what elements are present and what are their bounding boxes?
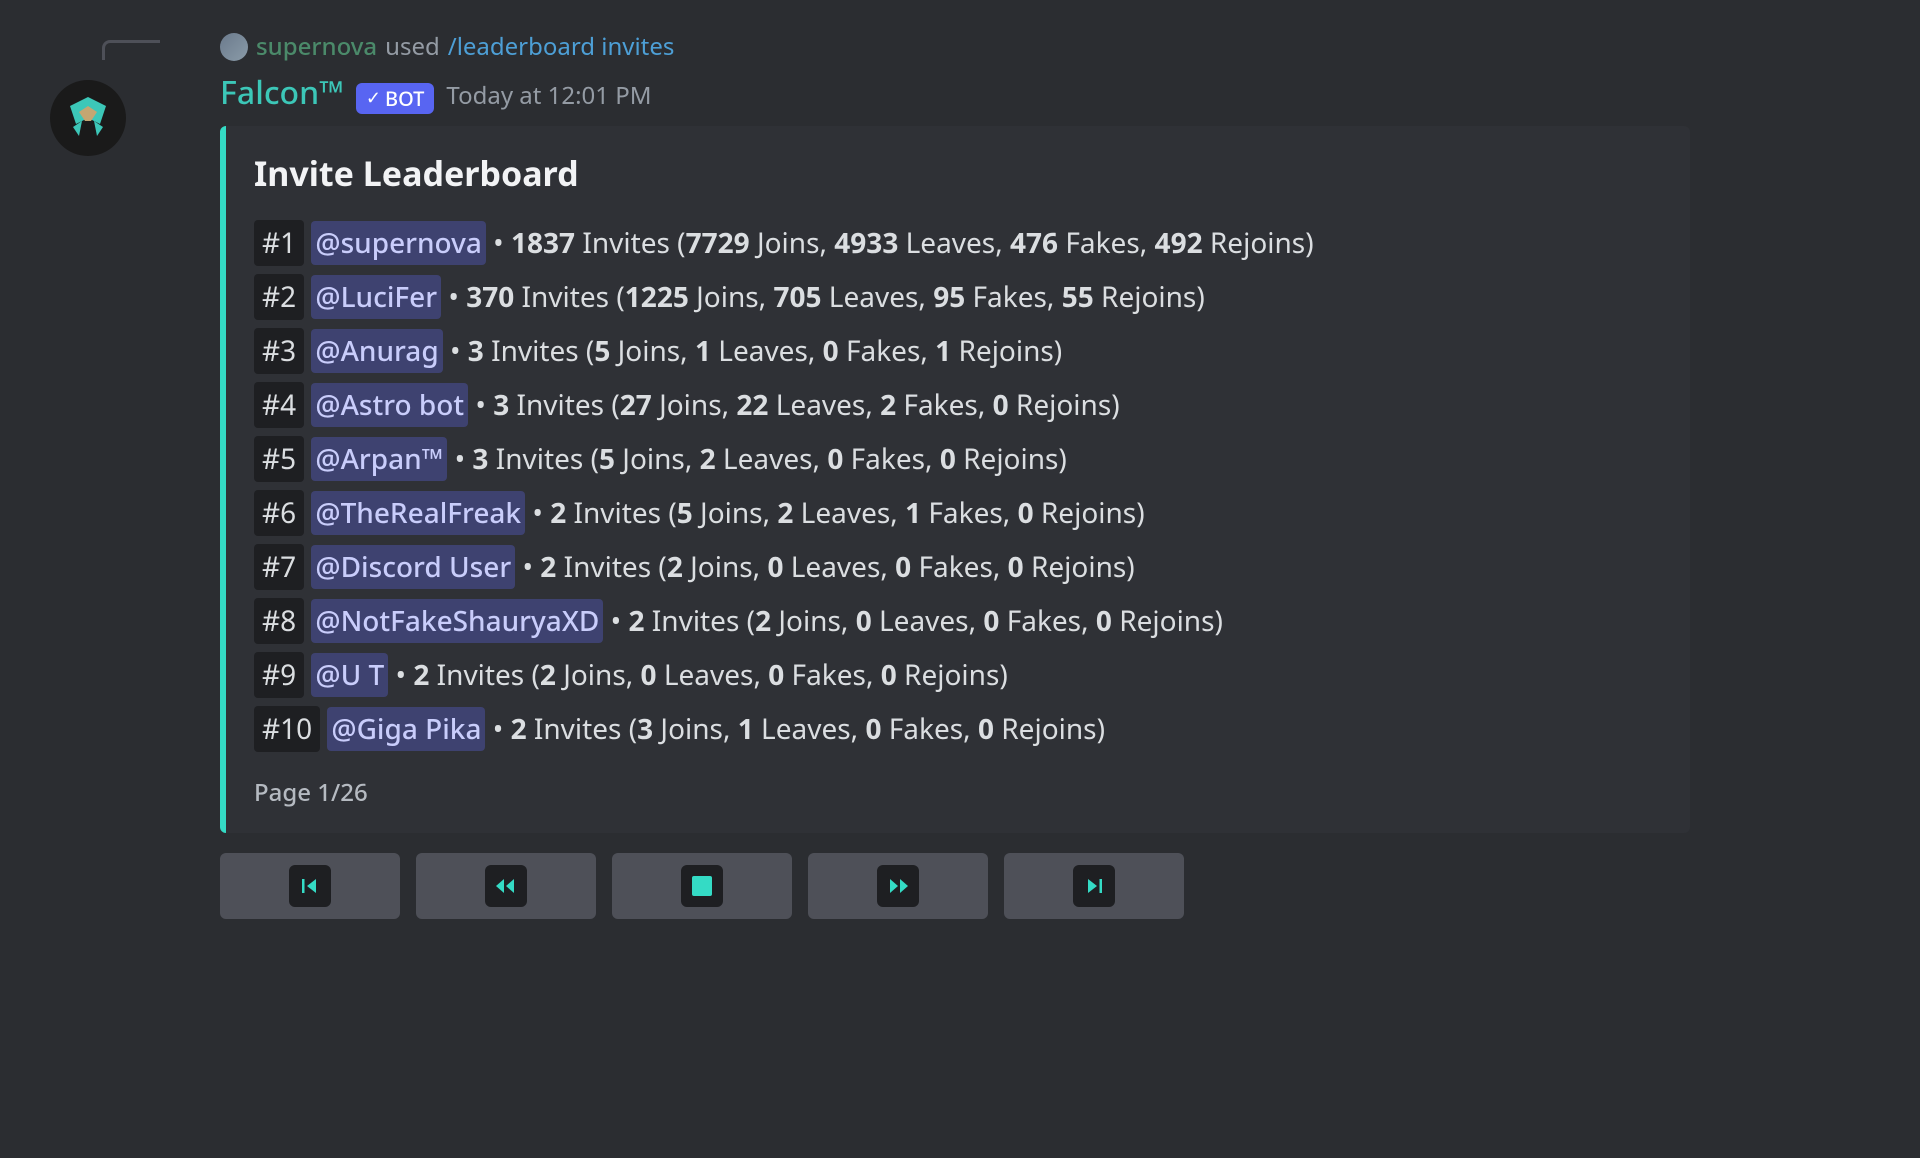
message-timestamp: Today at 12:01 PM: [446, 79, 651, 112]
embed-footer: Page 1/26: [254, 776, 1662, 809]
stop-icon: [681, 865, 723, 907]
embed-card: Invite Leaderboard #1 @supernova • 1837 …: [220, 126, 1690, 833]
user-mention[interactable]: @NotFakeShauryaXD: [311, 599, 603, 643]
embed-title: Invite Leaderboard: [254, 150, 1662, 196]
user-mention[interactable]: @Arpan™: [311, 437, 447, 481]
leaderboard-row: #2 @LuciFer • 370 Invites (1225 Joins, 7…: [254, 274, 1662, 320]
rank-badge: #3: [254, 328, 304, 374]
reply-username[interactable]: supernova: [256, 30, 377, 63]
pagination-buttons: [220, 853, 1900, 919]
leaderboard-list: #1 @supernova • 1837 Invites (7729 Joins…: [254, 220, 1662, 752]
rank-badge: #1: [254, 220, 304, 266]
user-mention[interactable]: @Giga Pika: [327, 707, 485, 751]
user-mention[interactable]: @supernova: [311, 221, 486, 265]
last-page-button[interactable]: [1004, 853, 1184, 919]
leaderboard-row: #6 @TheRealFreak • 2 Invites (5 Joins, 2…: [254, 490, 1662, 536]
user-mention[interactable]: @LuciFer: [311, 275, 441, 319]
leaderboard-row: #10 @Giga Pika • 2 Invites (3 Joins, 1 L…: [254, 706, 1662, 752]
message-header: Falcon™ ✓ BOT Today at 12:01 PM: [220, 71, 1900, 114]
reply-used-text: used: [385, 30, 440, 63]
bot-badge-label: BOT: [385, 85, 424, 112]
rank-badge: #2: [254, 274, 304, 320]
rank-badge: #9: [254, 652, 304, 698]
leaderboard-row: #7 @Discord User • 2 Invites (2 Joins, 0…: [254, 544, 1662, 590]
leaderboard-row: #4 @Astro bot • 3 Invites (27 Joins, 22 …: [254, 382, 1662, 428]
previous-page-icon: [485, 865, 527, 907]
leaderboard-row: #8 @NotFakeShauryaXD • 2 Invites (2 Join…: [254, 598, 1662, 644]
falcon-icon: [58, 88, 118, 148]
user-mention[interactable]: @Discord User: [311, 545, 515, 589]
bot-badge: ✓ BOT: [356, 83, 435, 114]
first-page-icon: [289, 865, 331, 907]
last-page-icon: [1073, 865, 1115, 907]
next-page-button[interactable]: [808, 853, 988, 919]
leaderboard-row: #5 @Arpan™ • 3 Invites (5 Joins, 2 Leave…: [254, 436, 1662, 482]
user-mention[interactable]: @Anurag: [311, 329, 442, 373]
first-page-button[interactable]: [220, 853, 400, 919]
user-mention[interactable]: @Astro bot: [311, 383, 468, 427]
rank-badge: #7: [254, 544, 304, 590]
user-mention[interactable]: @TheRealFreak: [311, 491, 525, 535]
reply-context[interactable]: supernova used /leaderboard invites: [220, 30, 1900, 63]
bot-name[interactable]: Falcon™: [220, 71, 344, 114]
bot-avatar[interactable]: [50, 80, 126, 156]
verified-check-icon: ✓: [366, 86, 381, 110]
stop-button[interactable]: [612, 853, 792, 919]
user-mention[interactable]: @U T: [311, 653, 388, 697]
leaderboard-row: #3 @Anurag • 3 Invites (5 Joins, 1 Leave…: [254, 328, 1662, 374]
leaderboard-row: #1 @supernova • 1837 Invites (7729 Joins…: [254, 220, 1662, 266]
reply-user-avatar[interactable]: [220, 33, 248, 61]
reply-command[interactable]: /leaderboard invites: [448, 30, 675, 63]
discord-message: supernova used /leaderboard invites Falc…: [20, 20, 1900, 919]
leaderboard-row: #9 @U T • 2 Invites (2 Joins, 0 Leaves, …: [254, 652, 1662, 698]
rank-badge: #5: [254, 436, 304, 482]
rank-badge: #4: [254, 382, 304, 428]
next-page-icon: [877, 865, 919, 907]
rank-badge: #8: [254, 598, 304, 644]
rank-badge: #10: [254, 706, 320, 752]
rank-badge: #6: [254, 490, 304, 536]
previous-page-button[interactable]: [416, 853, 596, 919]
reply-connector-line: [102, 40, 160, 60]
